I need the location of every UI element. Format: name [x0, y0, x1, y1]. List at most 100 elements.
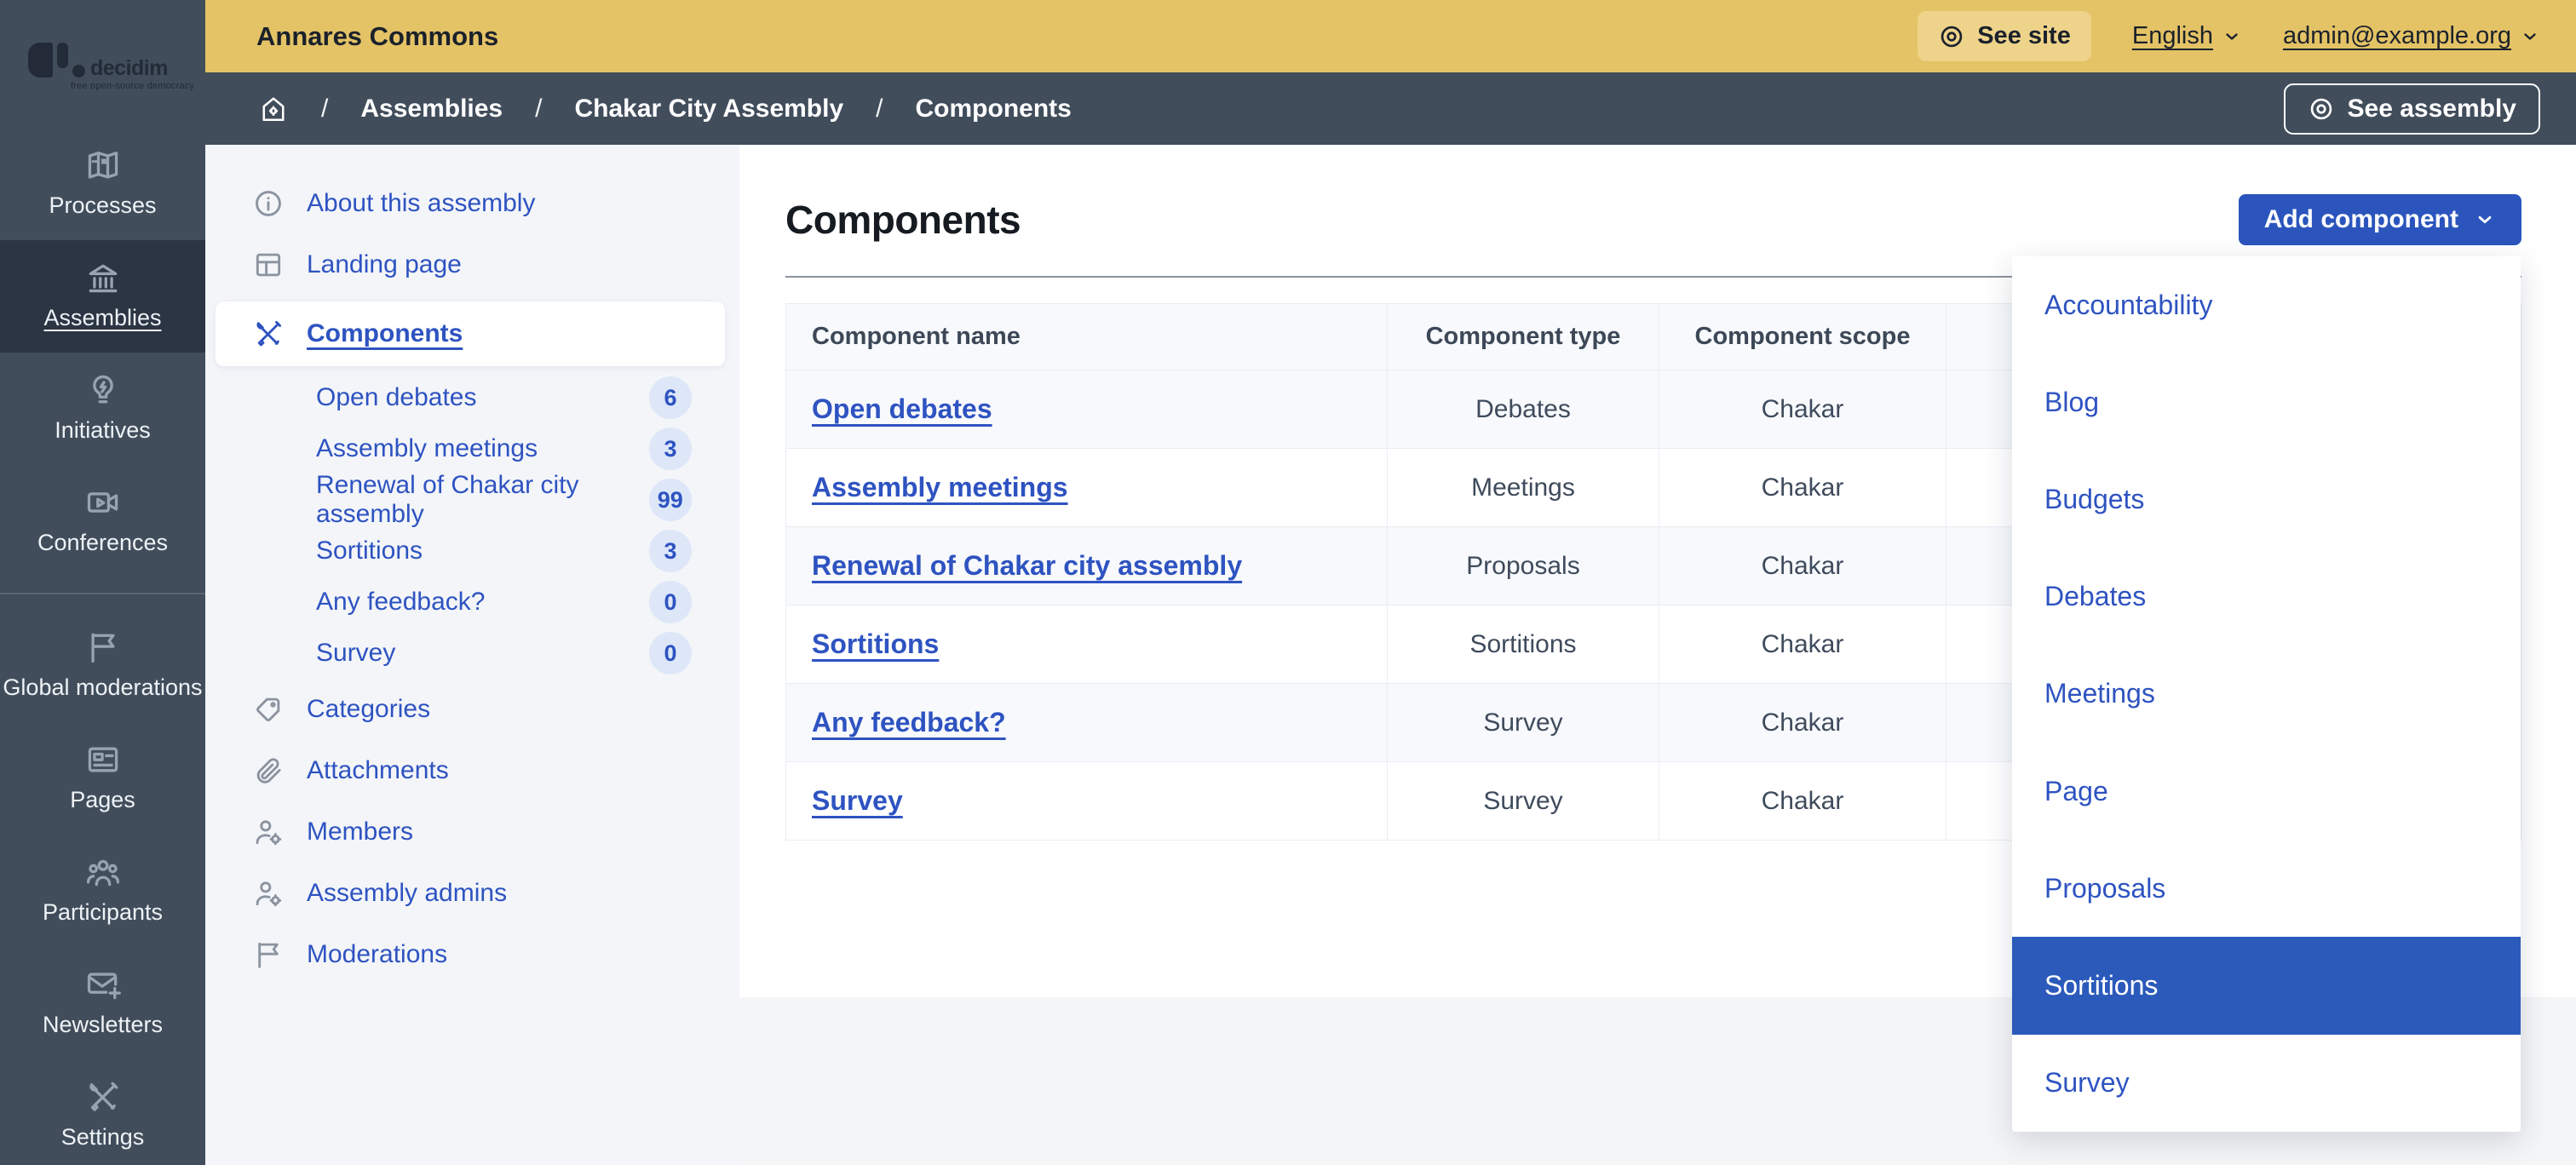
sidebar-item-label: Pages	[70, 787, 135, 813]
breadcrumb-components[interactable]: Components	[916, 95, 1072, 123]
submenu-item[interactable]: Assembly meetings 3	[205, 423, 739, 474]
assembly-menu-panel: About this assembly Landing page Compone…	[205, 145, 739, 1165]
menu-item[interactable]: Components	[216, 301, 725, 366]
logo-bar-icon	[57, 43, 68, 68]
breadcrumb-separator: /	[535, 95, 542, 123]
sidebar-item[interactable]: Processes	[0, 128, 205, 240]
sidebar-item[interactable]: Pages	[0, 722, 205, 835]
sidebar-nav-primary: Processes Assemblies Initiatives Confere…	[0, 128, 205, 577]
home-icon[interactable]	[258, 94, 289, 124]
component-link[interactable]: Open debates	[812, 393, 992, 424]
flag-icon	[84, 628, 122, 666]
column-header-component-type: Component type	[1388, 304, 1659, 370]
dropdown-item[interactable]: Accountability	[2012, 256, 2521, 353]
submenu-item-label: Survey	[316, 639, 395, 668]
add-component-button[interactable]: Add component	[2239, 194, 2521, 245]
dropdown-item-label: Proposals	[2044, 873, 2165, 904]
sidebar-item[interactable]: Settings	[0, 1059, 205, 1165]
submenu-item-label: Renewal of Chakar city assembly	[316, 471, 649, 529]
menu-item-label: Members	[307, 818, 413, 846]
see-site-label: See site	[1977, 22, 2071, 50]
sidebar-item-label: Conferences	[37, 530, 168, 556]
menu-item[interactable]: Categories	[205, 679, 739, 740]
add-component-label: Add component	[2264, 205, 2458, 234]
organization-title: Annares Commons	[256, 21, 498, 52]
eye-icon	[2308, 95, 2335, 123]
logo-dot-icon	[72, 65, 85, 77]
dropdown-item[interactable]: Page	[2012, 743, 2521, 840]
breadcrumb-separator: /	[876, 95, 883, 123]
count-badge: 3	[649, 428, 692, 470]
flag-icon	[252, 938, 285, 971]
newsletter-mail-icon	[84, 966, 122, 1003]
count-badge: 0	[649, 632, 692, 674]
submenu-item[interactable]: Survey 0	[205, 628, 739, 679]
dropdown-item[interactable]: Survey	[2012, 1035, 2521, 1132]
dropdown-item[interactable]: Proposals	[2012, 840, 2521, 937]
user-gear-icon	[252, 816, 285, 848]
sidebar-item-label: Settings	[61, 1124, 145, 1151]
breadcrumb: / Assemblies / Chakar City Assembly / Co…	[205, 72, 2576, 145]
sidebar-item[interactable]: Assemblies	[0, 240, 205, 353]
component-type-cell: Survey	[1388, 684, 1659, 762]
menu-item-label: Landing page	[307, 250, 462, 279]
sidebar-item-label: Participants	[43, 899, 163, 926]
sidebar-item[interactable]: Conferences	[0, 465, 205, 577]
breadcrumb-assemblies[interactable]: Assemblies	[360, 95, 503, 123]
logo-tagline: free open-source democracy	[71, 81, 205, 91]
menu-item[interactable]: Assembly admins	[205, 863, 739, 924]
component-link[interactable]: Sortitions	[812, 628, 939, 659]
language-label: English	[2132, 22, 2213, 50]
sidebar-item-label: Initiatives	[55, 417, 151, 444]
component-link[interactable]: Survey	[812, 785, 903, 816]
count-badge: 0	[649, 581, 692, 623]
component-link[interactable]: Assembly meetings	[812, 472, 1068, 502]
dropdown-item[interactable]: Debates	[2012, 548, 2521, 646]
component-link[interactable]: Any feedback?	[812, 707, 1006, 737]
menu-item[interactable]: Attachments	[205, 740, 739, 801]
dropdown-item[interactable]: Budgets	[2012, 451, 2521, 548]
submenu-item[interactable]: Any feedback? 0	[205, 577, 739, 628]
menu-item[interactable]: Moderations	[205, 924, 739, 985]
menu-item[interactable]: About this assembly	[205, 173, 739, 234]
page-title: Components	[785, 197, 1021, 243]
see-assembly-button[interactable]: See assembly	[2284, 83, 2540, 135]
count-badge: 3	[649, 530, 692, 572]
sidebar-item[interactable]: Initiatives	[0, 353, 205, 465]
menu-item[interactable]: Landing page	[205, 234, 739, 296]
tag-icon	[252, 693, 285, 726]
components-submenu: Open debates 6 Assembly meetings 3 Renew…	[205, 372, 739, 679]
component-scope-cell: Chakar	[1659, 449, 1946, 527]
see-site-button[interactable]: See site	[1918, 11, 2091, 61]
column-header-component-name: Component name	[786, 304, 1388, 370]
sidebar-item[interactable]: Global moderations	[0, 610, 205, 722]
dropdown-item[interactable]: Sortitions	[2012, 937, 2521, 1034]
menu-item[interactable]: Members	[205, 801, 739, 863]
submenu-item[interactable]: Open debates 6	[205, 372, 739, 423]
component-scope-cell: Chakar	[1659, 762, 1946, 841]
processes-map-icon	[84, 146, 122, 184]
decidim-logo: decidim free open-source democracy	[0, 0, 205, 128]
user-gear-icon	[252, 877, 285, 910]
eye-icon	[1938, 23, 1965, 50]
submenu-item-label: Assembly meetings	[316, 434, 538, 463]
dropdown-item-label: Survey	[2044, 1067, 2130, 1099]
breadcrumb-assembly[interactable]: Chakar City Assembly	[574, 95, 843, 123]
assembly-menu-top: About this assembly Landing page Compone…	[205, 173, 739, 366]
language-selector[interactable]: English	[2132, 22, 2242, 50]
dropdown-item[interactable]: Meetings	[2012, 646, 2521, 743]
user-menu[interactable]: admin@example.org	[2283, 22, 2540, 50]
component-link[interactable]: Renewal of Chakar city assembly	[812, 550, 1242, 581]
sidebar-item[interactable]: Newsletters	[0, 947, 205, 1059]
sidebar-item[interactable]: Participants	[0, 835, 205, 947]
menu-item-label: Categories	[307, 695, 430, 724]
info-icon	[252, 187, 285, 220]
sidebar-item-label: Newsletters	[43, 1012, 163, 1038]
count-badge: 6	[649, 376, 692, 419]
menu-item-label: Moderations	[307, 940, 447, 969]
submenu-item[interactable]: Sortitions 3	[205, 525, 739, 577]
submenu-item-label: Any feedback?	[316, 588, 485, 617]
submenu-item[interactable]: Renewal of Chakar city assembly 99	[205, 474, 739, 525]
dropdown-item[interactable]: Blog	[2012, 353, 2521, 451]
component-scope-cell: Chakar	[1659, 527, 1946, 605]
